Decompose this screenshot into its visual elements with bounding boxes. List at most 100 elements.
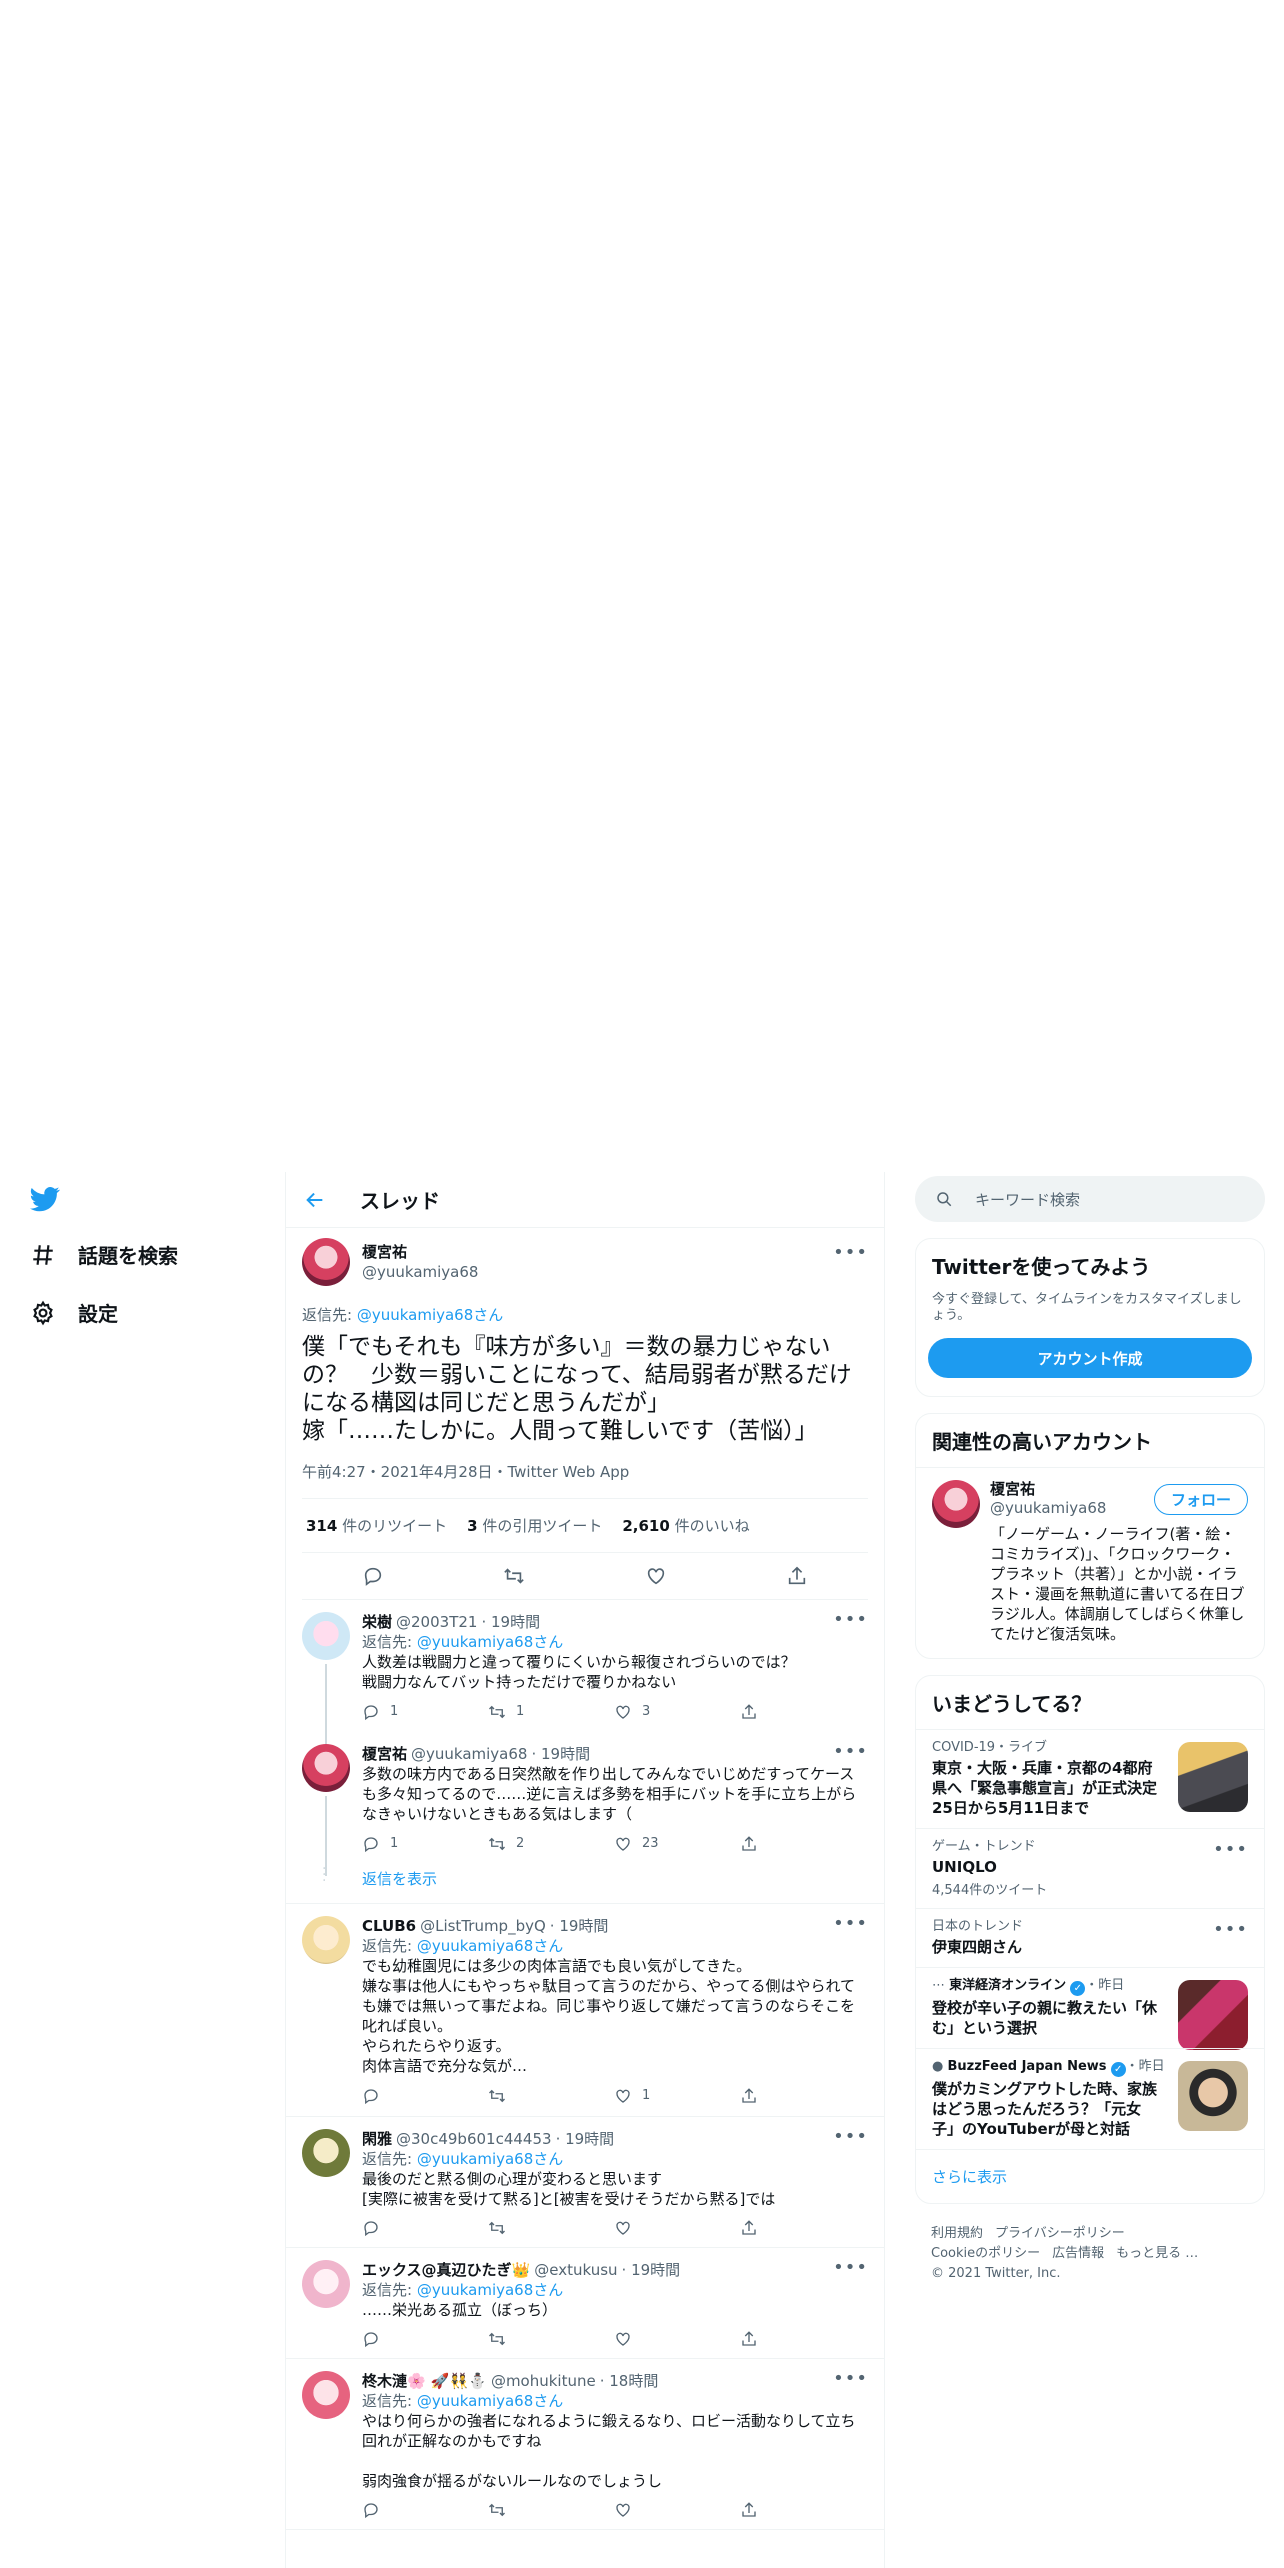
avatar[interactable]: [302, 2371, 350, 2419]
trend-item[interactable]: ● BuzzFeed Japan News ✓ ・昨日 僕がカミングアウトした時、…: [916, 2048, 1264, 2149]
tweet-time[interactable]: · 19時間: [531, 1744, 590, 1764]
author-name[interactable]: 柊木漣🌸 🚀👯⛄: [362, 2371, 487, 2391]
reply-button[interactable]: 1: [362, 1702, 488, 1722]
tweet-time[interactable]: · 18時間: [600, 2371, 659, 2391]
tweet-time[interactable]: · 19時間: [481, 1612, 540, 1632]
like-button[interactable]: 3: [614, 1702, 740, 1722]
trend-item[interactable]: ⋯ 東洋経済オンライン ✓ ・昨日 登校が辛い子の親に教えたい「休む」という選択: [916, 1967, 1264, 2050]
more-options-icon[interactable]: •••: [833, 1610, 868, 1630]
trend-item[interactable]: ゲーム・トレンド UNIQLO 4,544件のツイート •••: [916, 1828, 1264, 1908]
reply-tweet[interactable]: 柊木漣🌸 🚀👯⛄ @mohukitune · 18時間 ••• 返信先: @yuuka…: [286, 2359, 884, 2530]
like-stat[interactable]: 2,610 件のいいね: [622, 1515, 749, 1536]
author-handle[interactable]: @extukusu: [534, 2260, 617, 2280]
reply-to-handle[interactable]: @yuukamiya68: [417, 1633, 533, 1651]
author-handle[interactable]: @ListTrump_byQ: [420, 1916, 546, 1936]
share-button[interactable]: [740, 1702, 866, 1722]
more-options-icon[interactable]: •••: [833, 2258, 868, 2278]
author-handle[interactable]: @mohukitune: [491, 2371, 596, 2391]
reply-tweet[interactable]: エックス@真辺ひたぎ👑 @extukusu · 19時間 ••• 返信先: @yuuk…: [286, 2248, 884, 2359]
ads-link[interactable]: 広告情報: [1052, 2246, 1104, 2261]
avatar[interactable]: [932, 1480, 980, 1528]
back-arrow-icon[interactable]: [304, 1189, 326, 1211]
privacy-link[interactable]: プライバシーポリシー: [995, 2226, 1125, 2241]
retweet-button[interactable]: [488, 2219, 614, 2237]
author-handle[interactable]: @30c49b601c44453: [396, 2129, 552, 2149]
reply-button[interactable]: [362, 2219, 488, 2237]
retweet-button[interactable]: 1: [488, 1702, 614, 1722]
search-box[interactable]: キーワード検索: [915, 1176, 1265, 1222]
reply-to-handle[interactable]: @yuukamiya68: [417, 2392, 533, 2410]
author-handle[interactable]: @yuukamiya68: [362, 1262, 478, 1282]
reply-tweet[interactable]: 栄樹 @2003T21 · 19時間 ••• 返信先: @yuukamiya68さん …: [286, 1600, 884, 1744]
retweet-icon[interactable]: [503, 1565, 525, 1587]
reply-to-handle[interactable]: @yuukamiya68: [417, 1937, 533, 1955]
reply-icon[interactable]: [362, 1565, 384, 1587]
show-more-link[interactable]: さらに表示: [916, 2149, 1264, 2203]
reply-button[interactable]: [362, 2501, 488, 2519]
like-button[interactable]: 23: [614, 1834, 740, 1854]
like-button[interactable]: [614, 2219, 740, 2237]
more-options-icon[interactable]: •••: [833, 1914, 868, 1934]
more-options-icon[interactable]: •••: [833, 2369, 868, 2389]
retweet-stat[interactable]: 314 件のリツイート: [306, 1515, 447, 1536]
tweet-time[interactable]: · 19時間: [550, 1916, 609, 1936]
author-name[interactable]: 榎宮祐: [362, 1744, 407, 1764]
trend-item[interactable]: COVID-19・ライブ 東京・大阪・兵庫・京都の4都府県へ「緊急事態宣言」が正…: [916, 1729, 1264, 1828]
tweet-timestamp[interactable]: 午前4:27・2021年4月28日・Twitter Web App: [302, 1461, 868, 1499]
show-replies-link[interactable]: 返信を表示: [362, 1870, 437, 1888]
avatar[interactable]: [302, 1916, 350, 1964]
share-button[interactable]: [740, 1834, 866, 1854]
reply-button[interactable]: [362, 2330, 488, 2348]
nav-explore[interactable]: 話題を検索: [30, 1240, 178, 1269]
nav-settings[interactable]: 設定: [30, 1298, 118, 1327]
quote-stat[interactable]: 3 件の引用ツイート: [467, 1515, 602, 1536]
author-handle[interactable]: @2003T21: [396, 1612, 477, 1632]
more-options-icon[interactable]: •••: [1213, 1919, 1248, 1940]
reply-tweet[interactable]: 閑雅 @30c49b601c44453 · 19時間 ••• 返信先: @yuukam…: [286, 2117, 884, 2248]
author-handle[interactable]: @yuukamiya68: [411, 1744, 527, 1764]
reply-tweet[interactable]: CLUB6 @ListTrump_byQ · 19時間 ••• 返信先: @yuuka…: [286, 1904, 884, 2117]
reply-to-handle[interactable]: @yuukamiya68: [417, 2281, 533, 2299]
tweet-time[interactable]: · 19時間: [556, 2129, 615, 2149]
avatar[interactable]: [302, 2129, 350, 2177]
share-button[interactable]: [740, 2219, 866, 2237]
share-icon[interactable]: [786, 1565, 808, 1587]
follow-button[interactable]: フォロー: [1153, 1484, 1248, 1515]
author-name[interactable]: 閑雅: [362, 2129, 392, 2149]
share-button[interactable]: [740, 2501, 866, 2519]
relevant-account[interactable]: 榎宮祐 @yuukamiya68 「ノーゲーム・ノーライフ(著・絵・コミカライズ…: [916, 1467, 1264, 1658]
author-name[interactable]: エックス@真辺ひたぎ👑: [362, 2260, 530, 2280]
reply-tweet[interactable]: 榎宮祐 @yuukamiya68 · 19時間 ••• 多数の味方内である日突然敵を作…: [286, 1732, 884, 1876]
trend-item[interactable]: 日本のトレンド 伊東四朗さん •••: [916, 1908, 1264, 1967]
more-options-icon[interactable]: •••: [833, 1742, 868, 1762]
twitter-logo-icon[interactable]: [28, 1184, 62, 1214]
like-button[interactable]: 1: [614, 2086, 740, 2106]
retweet-button[interactable]: [488, 2501, 614, 2519]
author-name[interactable]: 榎宮祐: [362, 1242, 478, 1262]
avatar[interactable]: [302, 1612, 350, 1660]
reply-to-handle[interactable]: @yuukamiya68: [357, 1306, 473, 1324]
share-button[interactable]: [740, 2086, 866, 2106]
more-options-icon[interactable]: •••: [833, 1242, 868, 1263]
avatar[interactable]: [302, 1744, 350, 1792]
share-button[interactable]: [740, 2330, 866, 2348]
reply-button[interactable]: 1: [362, 1834, 488, 1854]
retweet-button[interactable]: 2: [488, 1834, 614, 1854]
more-options-icon[interactable]: •••: [833, 2127, 868, 2147]
tweet-time[interactable]: · 19時間: [622, 2260, 681, 2280]
terms-link[interactable]: 利用規約: [931, 2226, 983, 2241]
like-button[interactable]: [614, 2330, 740, 2348]
avatar[interactable]: [302, 2260, 350, 2308]
cookie-link[interactable]: Cookieのポリシー: [931, 2246, 1040, 2261]
avatar[interactable]: [302, 1238, 350, 1286]
create-account-button[interactable]: アカウント作成: [928, 1338, 1252, 1378]
like-button[interactable]: [614, 2501, 740, 2519]
retweet-button[interactable]: [488, 2330, 614, 2348]
author-name[interactable]: 栄樹: [362, 1612, 392, 1632]
retweet-button[interactable]: [488, 2086, 614, 2106]
author-name[interactable]: CLUB6: [362, 1916, 416, 1936]
reply-button[interactable]: [362, 2086, 488, 2106]
reply-to-handle[interactable]: @yuukamiya68: [417, 2150, 533, 2168]
like-icon[interactable]: [645, 1565, 667, 1587]
more-options-icon[interactable]: •••: [1213, 1839, 1248, 1860]
